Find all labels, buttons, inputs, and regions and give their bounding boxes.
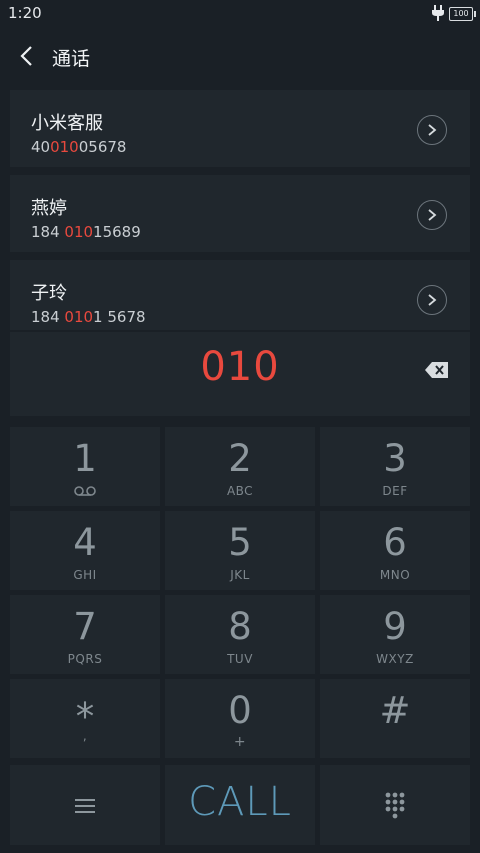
contact-item[interactable]: 燕婷 184 01015689 <box>10 175 470 252</box>
key-0[interactable]: 0 + <box>165 679 315 758</box>
key-digit: 1 <box>73 437 97 480</box>
key-9[interactable]: 9 WXYZ <box>320 595 470 674</box>
plug-icon <box>432 5 444 21</box>
contact-detail-button[interactable] <box>417 200 447 230</box>
key-letters: PQRS <box>67 652 103 666</box>
page-title: 通话 <box>52 48 91 70</box>
chevron-right-icon <box>428 209 437 221</box>
contact-number: 184 0101 5678 <box>31 308 146 326</box>
voicemail-icon <box>74 486 96 496</box>
key-6[interactable]: 6 MNO <box>320 511 470 590</box>
key-4[interactable]: 4 GHI <box>10 511 160 590</box>
status-time: 1:20 <box>8 4 42 22</box>
menu-button[interactable] <box>10 765 160 845</box>
key-letters: + <box>233 734 247 750</box>
key-digit: 0 <box>228 689 252 732</box>
key-8[interactable]: 8 TUV <box>165 595 315 674</box>
contact-number: 184 01015689 <box>31 223 141 241</box>
key-3[interactable]: 3 DEF <box>320 427 470 506</box>
key-digit: 7 <box>73 605 97 648</box>
key-letters: ABC <box>226 484 254 498</box>
key-7[interactable]: 7 PQRS <box>10 595 160 674</box>
chevron-right-icon <box>428 124 437 136</box>
key-letters: TUV <box>227 652 253 666</box>
contact-item[interactable]: 子玲 184 0101 5678 <box>10 260 470 330</box>
key-1[interactable]: 1 <box>10 427 160 506</box>
chevron-right-icon <box>428 294 437 306</box>
contact-item[interactable]: 小米客服 4001005678 <box>10 90 470 167</box>
key-letters: DEF <box>382 484 408 498</box>
status-bar: 1:20 100 <box>0 0 480 26</box>
key-digit: 9 <box>383 605 407 648</box>
contact-name: 子玲 <box>31 283 67 304</box>
key-letters: , <box>82 729 88 743</box>
key-digit: # <box>379 689 411 732</box>
key-hash[interactable]: # <box>320 679 470 758</box>
key-letters: WXYZ <box>376 652 414 666</box>
key-digit: 3 <box>383 437 407 480</box>
hide-dialpad-button[interactable] <box>320 765 470 845</box>
dialed-number-panel: 010 <box>10 332 470 416</box>
key-star[interactable]: * , <box>10 679 160 758</box>
call-label: CALL <box>188 779 292 825</box>
dialed-number: 010 <box>200 344 280 390</box>
contact-detail-button[interactable] <box>417 285 447 315</box>
menu-icon <box>75 799 95 813</box>
key-digit: 5 <box>228 521 252 564</box>
key-digit: 8 <box>228 605 252 648</box>
key-letters: JKL <box>230 568 250 582</box>
contact-name: 燕婷 <box>31 198 67 219</box>
battery-icon: 100 <box>449 7 476 21</box>
key-letters: MNO <box>379 568 411 582</box>
contact-name: 小米客服 <box>31 113 103 134</box>
contact-detail-button[interactable] <box>417 115 447 145</box>
key-digit: 2 <box>228 437 252 480</box>
app-header: 通话 <box>0 26 480 88</box>
key-digit: 6 <box>383 521 407 564</box>
back-icon[interactable] <box>16 43 38 69</box>
key-digit: 4 <box>73 521 97 564</box>
contact-number: 4001005678 <box>31 138 127 156</box>
backspace-icon[interactable] <box>424 360 450 380</box>
key-2[interactable]: 2 ABC <box>165 427 315 506</box>
call-button[interactable]: CALL <box>165 765 315 845</box>
dialpad-icon <box>385 792 405 819</box>
key-letters: GHI <box>73 568 97 582</box>
key-5[interactable]: 5 JKL <box>165 511 315 590</box>
